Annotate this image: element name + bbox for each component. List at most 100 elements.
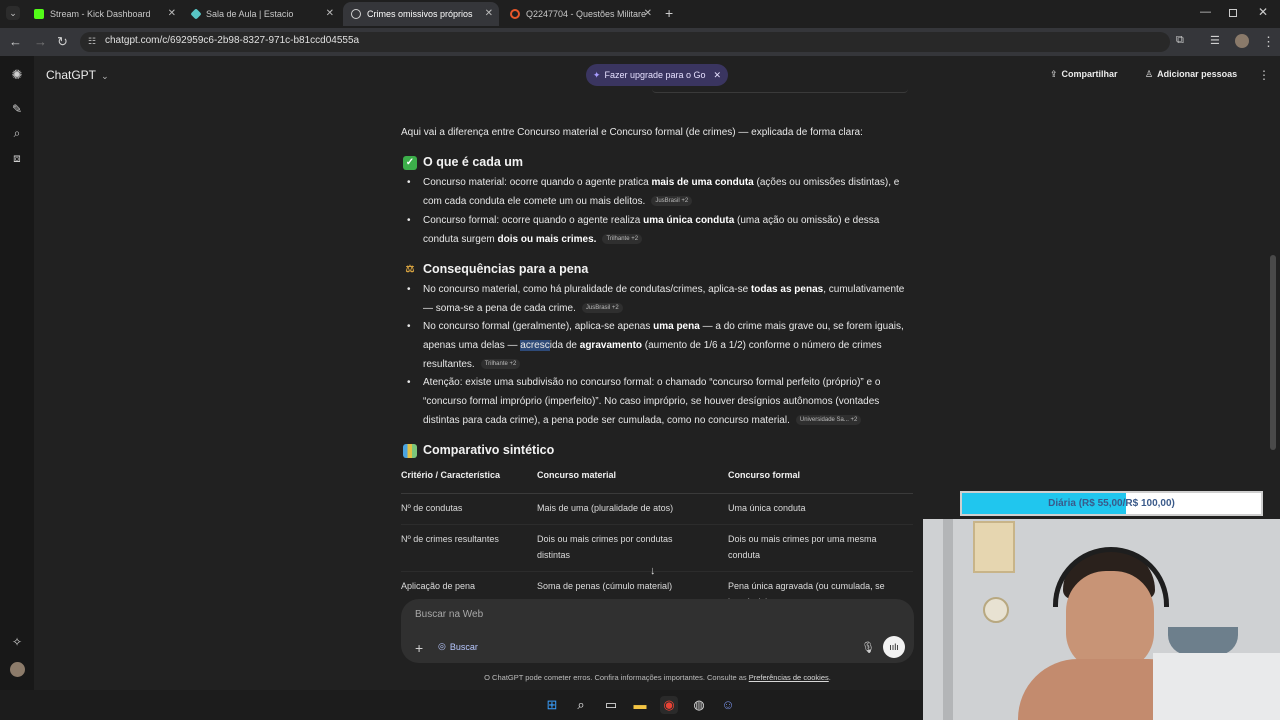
- extensions-icon[interactable]: ⧉: [1176, 34, 1184, 47]
- tab-questoes-militares[interactable]: Q2247704 - Questões Militares ✕: [502, 2, 658, 26]
- sparkle-icon[interactable]: ✧: [10, 635, 24, 649]
- sparkle-icon: ✦: [592, 69, 601, 80]
- close-tab-icon[interactable]: ✕: [168, 8, 176, 19]
- bold-text: todas as penas: [750, 284, 824, 295]
- bold-text: mais de uma conduta: [651, 177, 754, 188]
- comparison-table: Critério / Característica Concurso mater…: [401, 464, 913, 619]
- check-mark-icon: ✓: [403, 155, 417, 170]
- scroll-down-icon[interactable]: ↓: [650, 565, 656, 577]
- tab-search-dropdown-icon[interactable]: ⌄: [6, 6, 20, 20]
- new-chat-icon[interactable]: ✎: [10, 102, 24, 116]
- url-text[interactable]: chatgpt.com/c/692959c6-2b98-8327-971c-b8…: [105, 35, 359, 46]
- web-search-button[interactable]: ◎ Buscar: [438, 641, 478, 652]
- file-explorer-icon[interactable]: ▬: [631, 696, 649, 714]
- tab-crimes-omissivos[interactable]: Crimes omissivos próprios ✕: [343, 2, 499, 26]
- add-people-button[interactable]: ♙ Adicionar pessoas: [1145, 69, 1237, 80]
- table-row: Nº de condutas Mais de uma (pluralidade …: [401, 493, 913, 525]
- close-tab-icon[interactable]: ✕: [485, 8, 493, 19]
- chatgpt-logo-icon[interactable]: ✺: [10, 68, 24, 82]
- selected-text: acresc: [520, 340, 550, 351]
- section-title: Consequências para a pena: [423, 262, 589, 276]
- search-input[interactable]: Buscar na Web: [415, 609, 483, 620]
- scrollbar[interactable]: [1270, 255, 1276, 450]
- table-cell: Nº de crimes resultantes: [401, 524, 537, 572]
- webcam-feed: [923, 519, 1280, 720]
- share-label: Compartilhar: [1061, 69, 1118, 79]
- tab-sala-de-aula[interactable]: Sala de Aula | Estacio ✕: [184, 2, 340, 26]
- wall-clock: [983, 597, 1009, 623]
- scales-icon: ⚖: [405, 263, 415, 275]
- tab-title: Sala de Aula | Estacio: [206, 9, 294, 19]
- microphone-icon[interactable]: 🎙: [861, 641, 875, 654]
- chrome-icon[interactable]: ◉: [660, 696, 678, 714]
- web-search-label: Buscar: [449, 641, 478, 652]
- discord-icon[interactable]: ☺: [719, 696, 737, 714]
- table-header-cell: Concurso material: [537, 464, 728, 494]
- source-chip[interactable]: Trilhante +2: [602, 234, 643, 245]
- new-tab-icon[interactable]: +: [665, 5, 673, 21]
- source-chip[interactable]: Trilhante +2: [480, 359, 521, 370]
- donation-goal-bar: Diária (R$ 55,00/R$ 100,00): [960, 491, 1263, 516]
- close-icon[interactable]: ✕: [714, 70, 722, 81]
- search-icon[interactable]: ⌕: [572, 696, 590, 714]
- section-heading-consequences: ⚖ Consequências para a pena: [403, 260, 589, 279]
- close-tab-icon[interactable]: ✕: [644, 8, 652, 19]
- table-header-cell: Concurso formal: [728, 464, 913, 494]
- list-item: Atenção: existe uma subdivisão no concur…: [401, 373, 915, 430]
- table-cell: Nº de condutas: [401, 493, 537, 525]
- user-avatar[interactable]: [10, 662, 25, 677]
- bold-text: dois ou mais crimes.: [497, 234, 597, 245]
- basin: [1168, 627, 1238, 655]
- more-options-icon[interactable]: ⋮: [1258, 68, 1270, 82]
- profile-avatar[interactable]: [1235, 34, 1249, 48]
- library-icon[interactable]: ⧈: [10, 151, 24, 165]
- list-item: No concurso material, como há pluralidad…: [401, 280, 915, 317]
- media-controls-icon[interactable]: ☰: [1210, 34, 1220, 47]
- kick-favicon-icon: [34, 9, 44, 19]
- obs-icon[interactable]: ◍: [690, 696, 708, 714]
- close-window-icon[interactable]: ✕: [1258, 5, 1268, 19]
- browser-tab-bar: ⌄ Stream - Kick Dashboard ✕ Sala de Aula…: [0, 0, 1280, 28]
- forward-icon[interactable]: →: [34, 34, 47, 49]
- site-info-icon[interactable]: ☷: [88, 36, 96, 47]
- text: No concurso material, como há pluralidad…: [423, 284, 751, 295]
- bold-text: uma única conduta: [643, 215, 735, 226]
- sidebar: ✺ ✎ ⌕ ⧈ ✧: [0, 56, 34, 690]
- model-selector[interactable]: ChatGPT ⌄: [46, 68, 109, 82]
- windows-start-icon[interactable]: ⊞: [543, 696, 561, 714]
- table-row: Nº de crimes resultantes Dois ou mais cr…: [401, 524, 913, 572]
- cookie-preferences-link[interactable]: Preferências de cookies: [749, 673, 829, 682]
- tab-kick-dashboard[interactable]: Stream - Kick Dashboard ✕: [26, 2, 182, 26]
- source-chip[interactable]: JusBrasil +2: [581, 303, 623, 314]
- share-button[interactable]: ⇪ Compartilhar: [1050, 69, 1118, 80]
- voice-mode-button[interactable]: ıılı: [883, 636, 905, 658]
- source-chip[interactable]: JusBrasil +2: [651, 196, 693, 207]
- message-composer: Buscar na Web + ◎ Buscar 🎙 ıılı: [401, 599, 914, 663]
- reload-icon[interactable]: ↻: [57, 34, 68, 50]
- chatgpt-favicon-icon: [351, 9, 361, 19]
- goal-text: Diária (R$ 55,00/R$ 100,00): [1048, 498, 1175, 509]
- back-icon[interactable]: ←: [9, 34, 22, 49]
- restore-icon[interactable]: [1229, 9, 1237, 17]
- search-icon[interactable]: ⌕: [10, 126, 24, 140]
- browser-menu-icon[interactable]: ⋮: [1262, 34, 1275, 50]
- consequences-list: No concurso material, como há pluralidad…: [401, 280, 915, 430]
- previous-message-edge: [652, 89, 908, 93]
- table-header-cell: Critério / Característica: [401, 464, 537, 494]
- source-chip[interactable]: Universidade Sa... +2: [795, 415, 862, 426]
- close-tab-icon[interactable]: ✕: [326, 8, 334, 19]
- table-cell: Uma única conduta: [728, 493, 913, 525]
- add-attachment-icon[interactable]: +: [415, 640, 423, 656]
- upgrade-button[interactable]: ✦ Fazer upgrade para o Go ✕: [586, 64, 728, 86]
- table-cell: Dois ou mais crimes por condutas distint…: [537, 524, 728, 572]
- estacio-favicon-icon: [190, 8, 202, 20]
- bold-text: uma pena: [653, 321, 700, 332]
- task-view-icon[interactable]: ▭: [602, 696, 620, 714]
- globe-icon: ◎: [438, 641, 446, 651]
- headset: [1053, 547, 1169, 607]
- add-people-label: Adicionar pessoas: [1157, 69, 1238, 79]
- section-title: O que é cada um: [423, 155, 524, 169]
- upgrade-label: Fazer upgrade para o Go: [604, 70, 706, 80]
- table-header-row: Critério / Característica Concurso mater…: [401, 464, 913, 494]
- minimize-icon[interactable]: —: [1200, 6, 1211, 18]
